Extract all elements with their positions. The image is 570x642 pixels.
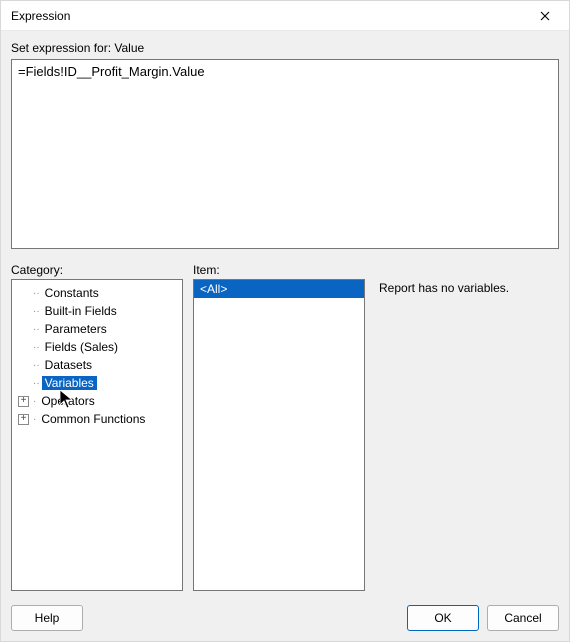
tree-node-variables[interactable]: ·· Variables <box>14 374 180 392</box>
category-column: Category: ·· Constants ·· Built-in Field… <box>11 263 183 591</box>
window-title: Expression <box>11 9 525 23</box>
expression-input[interactable] <box>11 59 559 249</box>
description-text: Report has no variables. <box>375 281 559 295</box>
tree-node-parameters[interactable]: ·· Parameters <box>14 320 180 338</box>
tree-node-builtin[interactable]: ·· Built-in Fields <box>14 302 180 320</box>
button-row: Help OK Cancel <box>1 597 569 641</box>
tree-connector-icon: ·· <box>33 378 40 389</box>
tree-connector-icon: ·· <box>33 324 40 335</box>
close-icon <box>540 11 550 21</box>
item-label: Item: <box>193 263 365 277</box>
tree-connector-icon: ·· <box>33 306 40 317</box>
item-column: Item: <All> <box>193 263 365 591</box>
tree-node-common-functions[interactable]: +· Common Functions <box>14 410 180 428</box>
cancel-button[interactable]: Cancel <box>487 605 559 631</box>
category-label: Category: <box>11 263 183 277</box>
tree-connector-icon: ·· <box>33 342 40 353</box>
tree-node-fields[interactable]: ·· Fields (Sales) <box>14 338 180 356</box>
ok-button[interactable]: OK <box>407 605 479 631</box>
tree-connector-icon: · <box>33 414 36 425</box>
tree-node-operators[interactable]: +· Operators <box>14 392 180 410</box>
tree-node-datasets[interactable]: ·· Datasets <box>14 356 180 374</box>
expand-icon[interactable]: + <box>18 414 29 425</box>
description-column: Report has no variables. <box>375 263 559 591</box>
tree-node-constants[interactable]: ·· Constants <box>14 284 180 302</box>
tree-connector-icon: · <box>33 396 36 407</box>
item-list[interactable]: <All> <box>193 279 365 591</box>
close-button[interactable] <box>525 2 565 30</box>
category-tree[interactable]: ·· Constants ·· Built-in Fields ·· Param… <box>11 279 183 591</box>
titlebar: Expression <box>1 1 569 31</box>
set-expression-label: Set expression for: Value <box>11 41 559 55</box>
item-all[interactable]: <All> <box>194 280 364 298</box>
expand-icon[interactable]: + <box>18 396 29 407</box>
tree-connector-icon: ·· <box>33 360 40 371</box>
lower-panels: Category: ·· Constants ·· Built-in Field… <box>11 263 559 591</box>
help-button[interactable]: Help <box>11 605 83 631</box>
dialog-content: Set expression for: Value Category: ·· C… <box>1 31 569 597</box>
tree-connector-icon: ·· <box>33 288 40 299</box>
